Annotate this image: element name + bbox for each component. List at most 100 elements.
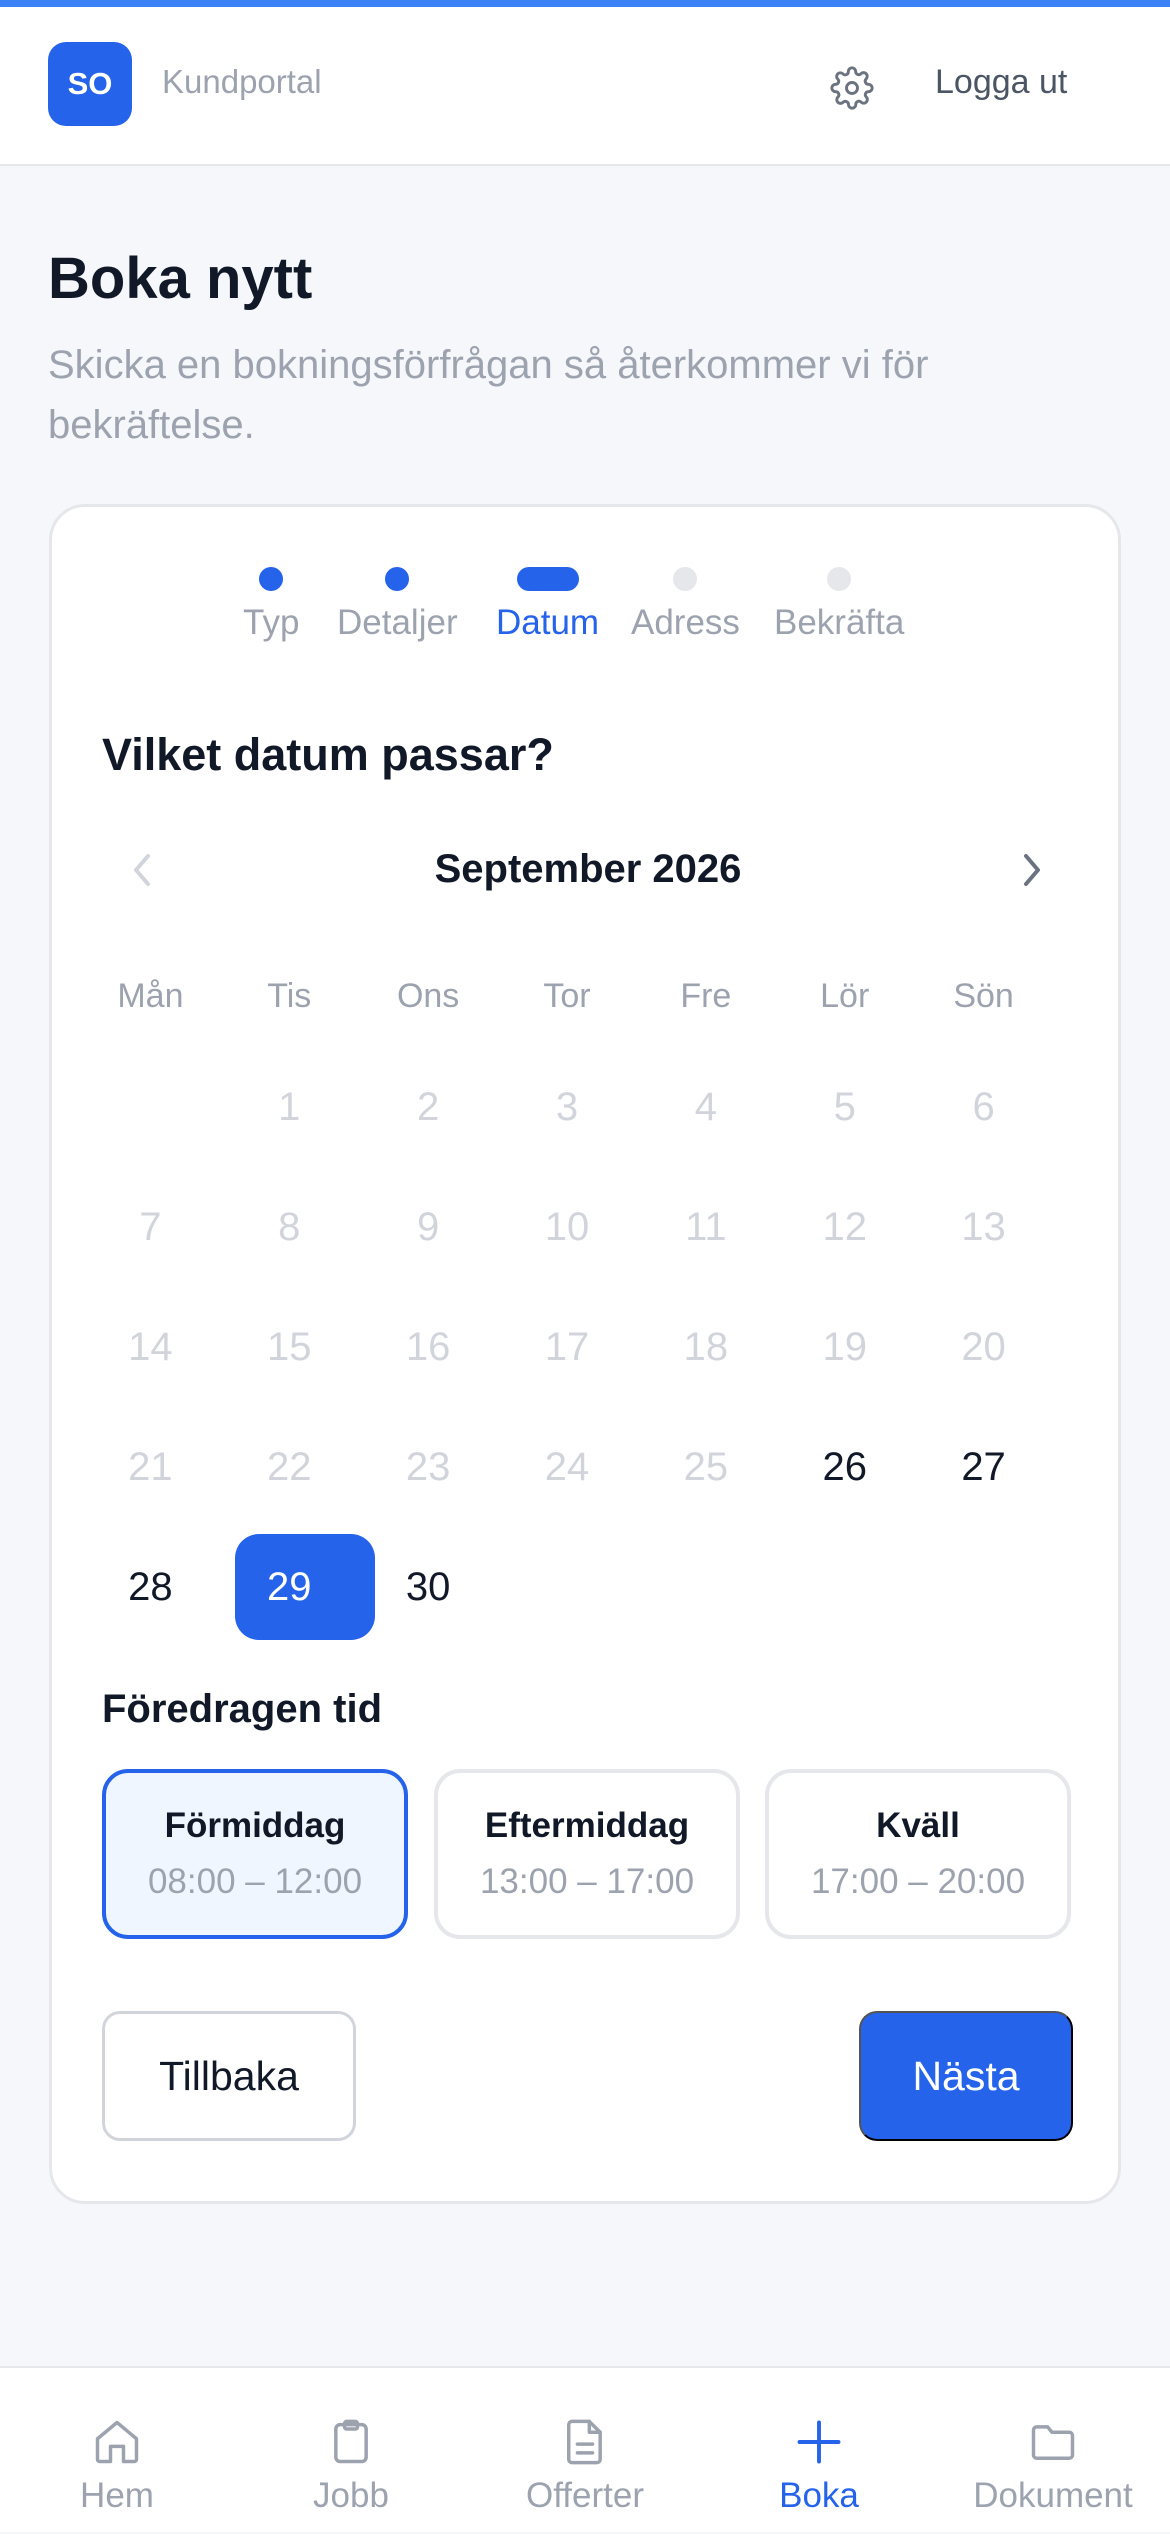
nav-label: Hem [80, 2476, 154, 2515]
calendar-day[interactable]: 28 [81, 1527, 220, 1647]
step-label: Detaljer [337, 603, 458, 642]
calendar-day-number: 1 [278, 1084, 301, 1129]
slot-name: Förmiddag [164, 1806, 346, 1845]
weekday-label: Tis [267, 977, 312, 1015]
step-detaljer: Detaljer [337, 567, 458, 643]
calendar-day-number: 2 [417, 1084, 440, 1129]
calendar-day: 3 [498, 1047, 637, 1167]
page-title: Boka nytt [48, 246, 313, 311]
preferred-time-title: Föredragen tid [102, 1687, 383, 1731]
logo[interactable]: SO [48, 42, 132, 126]
calendar-day-number: 30 [405, 1564, 451, 1609]
calendar-day-number: 19 [822, 1324, 867, 1369]
step-adress: Adress [631, 567, 740, 643]
calendar-day: 24 [498, 1407, 637, 1527]
step-label: Bekräfta [774, 603, 905, 642]
calendar-day: 18 [636, 1287, 775, 1407]
calendar-grid: 1 2 3 4 5 6 7 8 9 10 11 12 13 14 15 16 17 18 19 20 21 22 23 24 2… [81, 1047, 1053, 1647]
calendar-day-number: 6 [972, 1084, 995, 1129]
calendar-day: 15 [220, 1287, 359, 1407]
app-header: SO Kundportal Logga ut [0, 7, 1170, 166]
plus-icon [791, 2414, 847, 2470]
calendar-day: 20 [914, 1287, 1053, 1407]
settings-button[interactable] [824, 60, 880, 116]
nav-label: Boka [779, 2476, 859, 2515]
calendar-day-number: 26 [822, 1444, 867, 1489]
calendar-day: 17 [498, 1287, 637, 1407]
calendar-day-number: 27 [961, 1444, 1006, 1489]
calendar-day-number: 20 [961, 1324, 1006, 1369]
calendar-day-number: 15 [267, 1324, 312, 1369]
booking-card: Typ Detaljer Datum Adress Bekräfta Vilke… [49, 504, 1121, 2204]
step-typ: Typ [243, 567, 299, 643]
time-slot-kvall[interactable]: Kväll 17:00 – 20:00 [765, 1769, 1071, 1939]
nav-label: Offerter [525, 2476, 644, 2515]
step-dot [827, 567, 852, 591]
slot-name: Kväll [876, 1806, 960, 1845]
calendar-day-number: 22 [267, 1444, 312, 1489]
calendar-day-number: 29 [267, 1564, 312, 1609]
top-accent-bar [0, 0, 1170, 7]
weekday-label: Lör [820, 977, 870, 1015]
calendar-day-number: 16 [405, 1324, 451, 1369]
time-slot-formiddag[interactable]: Förmiddag 08:00 – 12:00 [102, 1769, 408, 1939]
calendar-day[interactable]: 30 [359, 1527, 498, 1647]
calendar-day: 7 [81, 1167, 220, 1287]
calendar-day-number: 25 [683, 1444, 729, 1489]
nav-item-dokument[interactable]: Dokument [936, 2368, 1170, 2534]
slot-time: 13:00 – 17:00 [479, 1862, 695, 1901]
folder-icon [1025, 2414, 1081, 2470]
step-label: Typ [243, 603, 300, 642]
calendar-day-selected[interactable]: 29 [220, 1527, 375, 1647]
next-month-button[interactable] [1007, 845, 1057, 895]
calendar-day: 23 [359, 1407, 498, 1527]
nav-item-offerter[interactable]: Offerter [468, 2368, 702, 2534]
calendar-day: 10 [498, 1167, 637, 1287]
nav-item-jobb[interactable]: Jobb [234, 2368, 468, 2534]
calendar-day: 13 [914, 1167, 1053, 1287]
calendar-day-number: 14 [128, 1324, 173, 1369]
nav-item-hem[interactable]: Hem [0, 2368, 234, 2534]
calendar-day: 5 [775, 1047, 914, 1167]
portal-name: Kundportal [162, 63, 322, 100]
calendar-day-number: 23 [405, 1444, 451, 1489]
calendar-day: 6 [914, 1047, 1053, 1167]
calendar-day-number: 3 [555, 1084, 579, 1129]
calendar-day: 1 [220, 1047, 359, 1167]
weekday-label: Tor [543, 977, 591, 1015]
page-subtitle: Skicka en bokningsförfrågan så återkomme… [48, 343, 929, 447]
back-button[interactable]: Tillbaka [102, 2011, 356, 2141]
calendar-blank-cell [81, 1047, 220, 1167]
time-slot-eftermiddag[interactable]: Eftermiddag 13:00 – 17:00 [434, 1769, 740, 1939]
step-label: Datum [496, 603, 600, 642]
chevron-right-icon [1024, 854, 1040, 886]
step-dot [385, 567, 410, 591]
step-dot [516, 567, 579, 591]
calendar-day: 19 [775, 1287, 914, 1407]
calendar-day-number: 13 [961, 1204, 1006, 1249]
next-button[interactable]: Nästa [859, 2011, 1073, 2141]
calendar-day[interactable]: 26 [775, 1407, 914, 1527]
calendar-day-number: 10 [544, 1204, 590, 1249]
step-dot [673, 567, 698, 591]
step-dot [259, 567, 284, 591]
calendar-day[interactable]: 27 [914, 1407, 1053, 1527]
nav-label: Dokument [973, 2476, 1133, 2515]
calendar-month-label: September 2026 [434, 847, 742, 891]
calendar-day: 2 [359, 1047, 498, 1167]
calendar-day-number: 8 [278, 1204, 301, 1249]
date-question: Vilket datum passar? [102, 729, 554, 780]
calendar-day: 22 [220, 1407, 359, 1527]
calendar-day: 25 [636, 1407, 775, 1527]
calendar-day-number: 5 [833, 1084, 856, 1129]
logout-button[interactable]: Logga ut [935, 63, 1067, 102]
calendar-day-number: 24 [544, 1444, 590, 1489]
calendar-day: 16 [359, 1287, 498, 1407]
calendar-day-number: 4 [694, 1084, 717, 1129]
calendar-day: 9 [359, 1167, 498, 1287]
nav-label: Jobb [313, 2476, 389, 2515]
nav-item-boka[interactable]: Boka [702, 2368, 936, 2534]
calendar-day-number: 9 [417, 1204, 440, 1249]
calendar-day-number: 28 [128, 1564, 173, 1609]
calendar-day-number: 11 [685, 1204, 727, 1249]
